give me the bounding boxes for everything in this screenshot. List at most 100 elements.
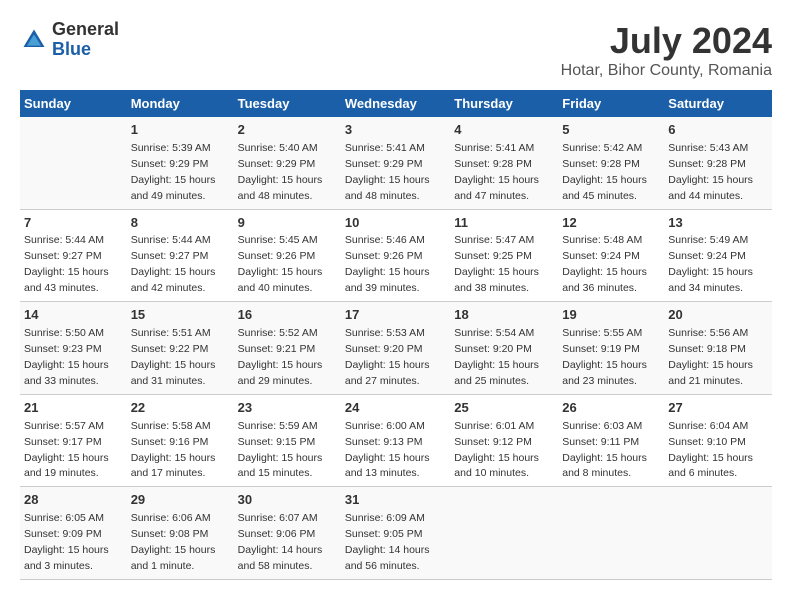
calendar-week-row: 21Sunrise: 5:57 AM Sunset: 9:17 PM Dayli… <box>20 394 772 487</box>
calendar-cell: 18 Sunrise: 5:54 AM Sunset: 9:20 PM Dayli… <box>450 302 558 395</box>
day-info: Sunrise: 6:09 AM Sunset: 9:05 PM Dayligh… <box>345 512 430 572</box>
day-number: 2 <box>238 121 337 140</box>
calendar-week-row: 1 Sunrise: 5:39 AM Sunset: 9:29 PM Daylig… <box>20 117 772 209</box>
main-title: July 2024 <box>561 20 772 62</box>
day-number: 7 <box>24 214 123 233</box>
day-number: 6 <box>668 121 768 140</box>
day-info: Sunrise: 5:45 AM Sunset: 9:26 PM Dayligh… <box>238 234 323 294</box>
day-info: Sunrise: 5:52 AM Sunset: 9:21 PM Dayligh… <box>238 327 323 387</box>
day-number: 8 <box>131 214 230 233</box>
calendar-cell: 31 Sunrise: 6:09 AM Sunset: 9:05 PM Dayli… <box>341 487 450 580</box>
day-info: Sunrise: 6:04 AM Sunset: 9:10 PM Dayligh… <box>668 420 753 480</box>
calendar-table: SundayMondayTuesdayWednesdayThursdayFrid… <box>20 90 772 580</box>
day-info: Sunrise: 5:53 AM Sunset: 9:20 PM Dayligh… <box>345 327 430 387</box>
day-number: 5 <box>562 121 660 140</box>
calendar-header-friday: Friday <box>558 90 664 117</box>
day-number: 31 <box>345 491 446 510</box>
logo-text: General Blue <box>52 20 119 60</box>
day-number: 12 <box>562 214 660 233</box>
day-number: 30 <box>238 491 337 510</box>
day-number: 3 <box>345 121 446 140</box>
day-number: 22 <box>131 399 230 418</box>
calendar-cell: 17 Sunrise: 5:53 AM Sunset: 9:20 PM Dayli… <box>341 302 450 395</box>
calendar-week-row: 14Sunrise: 5:50 AM Sunset: 9:23 PM Dayli… <box>20 302 772 395</box>
calendar-cell: 3 Sunrise: 5:41 AM Sunset: 9:29 PM Daylig… <box>341 117 450 209</box>
calendar-cell: 6 Sunrise: 5:43 AM Sunset: 9:28 PM Daylig… <box>664 117 772 209</box>
day-info: Sunrise: 5:50 AM Sunset: 9:23 PM Dayligh… <box>24 327 109 387</box>
day-number: 25 <box>454 399 554 418</box>
calendar-header-monday: Monday <box>127 90 234 117</box>
calendar-cell: 20Sunrise: 5:56 AM Sunset: 9:18 PM Dayli… <box>664 302 772 395</box>
calendar-cell: 14Sunrise: 5:50 AM Sunset: 9:23 PM Dayli… <box>20 302 127 395</box>
calendar-cell: 30 Sunrise: 6:07 AM Sunset: 9:06 PM Dayli… <box>234 487 341 580</box>
day-number: 4 <box>454 121 554 140</box>
calendar-cell: 29Sunrise: 6:06 AM Sunset: 9:08 PM Dayli… <box>127 487 234 580</box>
logo-general-text: General <box>52 20 119 40</box>
day-info: Sunrise: 5:48 AM Sunset: 9:24 PM Dayligh… <box>562 234 647 294</box>
subtitle: Hotar, Bihor County, Romania <box>561 62 772 80</box>
calendar-cell <box>664 487 772 580</box>
calendar-cell: 2 Sunrise: 5:40 AM Sunset: 9:29 PM Daylig… <box>234 117 341 209</box>
calendar-cell: 22 Sunrise: 5:58 AM Sunset: 9:16 PM Dayli… <box>127 394 234 487</box>
day-number: 16 <box>238 306 337 325</box>
calendar-cell: 12Sunrise: 5:48 AM Sunset: 9:24 PM Dayli… <box>558 209 664 302</box>
day-number: 15 <box>131 306 230 325</box>
day-info: Sunrise: 6:03 AM Sunset: 9:11 PM Dayligh… <box>562 420 647 480</box>
calendar-cell: 11Sunrise: 5:47 AM Sunset: 9:25 PM Dayli… <box>450 209 558 302</box>
day-info: Sunrise: 5:47 AM Sunset: 9:25 PM Dayligh… <box>454 234 539 294</box>
logo-blue-text: Blue <box>52 40 119 60</box>
day-info: Sunrise: 5:44 AM Sunset: 9:27 PM Dayligh… <box>24 234 109 294</box>
title-block: July 2024 Hotar, Bihor County, Romania <box>561 20 772 80</box>
page-header: General Blue July 2024 Hotar, Bihor Coun… <box>20 20 772 80</box>
day-number: 13 <box>668 214 768 233</box>
day-info: Sunrise: 5:55 AM Sunset: 9:19 PM Dayligh… <box>562 327 647 387</box>
calendar-cell: 5 Sunrise: 5:42 AM Sunset: 9:28 PM Daylig… <box>558 117 664 209</box>
calendar-header-tuesday: Tuesday <box>234 90 341 117</box>
calendar-header-saturday: Saturday <box>664 90 772 117</box>
day-number: 11 <box>454 214 554 233</box>
calendar-cell: 4 Sunrise: 5:41 AM Sunset: 9:28 PM Daylig… <box>450 117 558 209</box>
day-number: 24 <box>345 399 446 418</box>
day-number: 9 <box>238 214 337 233</box>
day-info: Sunrise: 5:43 AM Sunset: 9:28 PM Dayligh… <box>668 142 753 202</box>
calendar-header-sunday: Sunday <box>20 90 127 117</box>
day-info: Sunrise: 5:54 AM Sunset: 9:20 PM Dayligh… <box>454 327 539 387</box>
day-number: 10 <box>345 214 446 233</box>
day-info: Sunrise: 5:41 AM Sunset: 9:29 PM Dayligh… <box>345 142 430 202</box>
day-number: 18 <box>454 306 554 325</box>
day-number: 28 <box>24 491 123 510</box>
logo: General Blue <box>20 20 119 60</box>
day-info: Sunrise: 6:06 AM Sunset: 9:08 PM Dayligh… <box>131 512 216 572</box>
day-info: Sunrise: 5:51 AM Sunset: 9:22 PM Dayligh… <box>131 327 216 387</box>
day-info: Sunrise: 5:46 AM Sunset: 9:26 PM Dayligh… <box>345 234 430 294</box>
day-info: Sunrise: 5:42 AM Sunset: 9:28 PM Dayligh… <box>562 142 647 202</box>
day-number: 19 <box>562 306 660 325</box>
day-info: Sunrise: 6:07 AM Sunset: 9:06 PM Dayligh… <box>238 512 323 572</box>
day-info: Sunrise: 5:41 AM Sunset: 9:28 PM Dayligh… <box>454 142 539 202</box>
day-info: Sunrise: 5:44 AM Sunset: 9:27 PM Dayligh… <box>131 234 216 294</box>
calendar-cell: 7Sunrise: 5:44 AM Sunset: 9:27 PM Daylig… <box>20 209 127 302</box>
calendar-cell: 9Sunrise: 5:45 AM Sunset: 9:26 PM Daylig… <box>234 209 341 302</box>
calendar-cell: 24 Sunrise: 6:00 AM Sunset: 9:13 PM Dayli… <box>341 394 450 487</box>
calendar-cell: 16 Sunrise: 5:52 AM Sunset: 9:21 PM Dayli… <box>234 302 341 395</box>
calendar-header-wednesday: Wednesday <box>341 90 450 117</box>
day-number: 1 <box>131 121 230 140</box>
day-info: Sunrise: 5:49 AM Sunset: 9:24 PM Dayligh… <box>668 234 753 294</box>
day-info: Sunrise: 5:59 AM Sunset: 9:15 PM Dayligh… <box>238 420 323 480</box>
day-info: Sunrise: 6:05 AM Sunset: 9:09 PM Dayligh… <box>24 512 109 572</box>
calendar-header-row: SundayMondayTuesdayWednesdayThursdayFrid… <box>20 90 772 117</box>
day-info: Sunrise: 5:40 AM Sunset: 9:29 PM Dayligh… <box>238 142 323 202</box>
day-number: 17 <box>345 306 446 325</box>
calendar-cell: 21Sunrise: 5:57 AM Sunset: 9:17 PM Dayli… <box>20 394 127 487</box>
day-info: Sunrise: 6:01 AM Sunset: 9:12 PM Dayligh… <box>454 420 539 480</box>
calendar-week-row: 28 Sunrise: 6:05 AM Sunset: 9:09 PM Dayli… <box>20 487 772 580</box>
calendar-cell <box>20 117 127 209</box>
day-info: Sunrise: 5:58 AM Sunset: 9:16 PM Dayligh… <box>131 420 216 480</box>
calendar-cell: 28 Sunrise: 6:05 AM Sunset: 9:09 PM Dayli… <box>20 487 127 580</box>
day-info: Sunrise: 5:39 AM Sunset: 9:29 PM Dayligh… <box>131 142 216 202</box>
day-info: Sunrise: 6:00 AM Sunset: 9:13 PM Dayligh… <box>345 420 430 480</box>
calendar-cell: 23Sunrise: 5:59 AM Sunset: 9:15 PM Dayli… <box>234 394 341 487</box>
logo-icon <box>20 26 48 54</box>
calendar-cell <box>450 487 558 580</box>
calendar-cell: 25 Sunrise: 6:01 AM Sunset: 9:12 PM Dayli… <box>450 394 558 487</box>
